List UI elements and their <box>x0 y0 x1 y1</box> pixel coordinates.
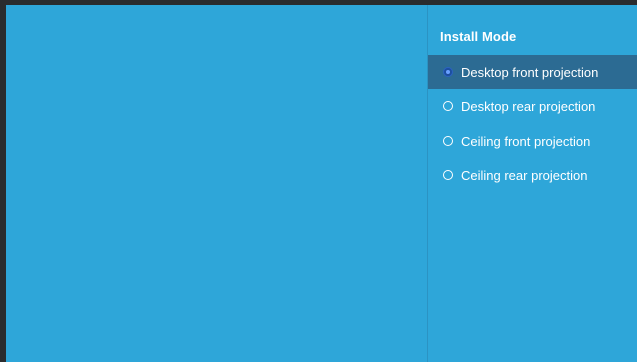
option-ceiling-front[interactable]: Ceiling front projection <box>428 124 637 158</box>
panel-title: Install Mode <box>440 29 517 44</box>
option-label: Desktop front projection <box>461 64 599 80</box>
option-label: Ceiling front projection <box>461 133 591 149</box>
projector-screen: Install Mode Desktop front projection De… <box>6 5 637 362</box>
option-ceiling-rear[interactable]: Ceiling rear projection <box>428 158 637 192</box>
radio-unselected-icon[interactable] <box>443 136 453 146</box>
radio-unselected-icon[interactable] <box>443 101 453 111</box>
radio-selected-icon[interactable] <box>443 67 453 77</box>
option-label: Ceiling rear projection <box>461 167 588 183</box>
radio-dot-icon <box>446 70 450 74</box>
option-label: Desktop rear projection <box>461 98 596 114</box>
option-desktop-rear[interactable]: Desktop rear projection <box>428 89 637 123</box>
install-mode-panel: Install Mode Desktop front projection De… <box>427 5 637 362</box>
option-desktop-front[interactable]: Desktop front projection <box>428 55 637 89</box>
radio-unselected-icon[interactable] <box>443 170 453 180</box>
